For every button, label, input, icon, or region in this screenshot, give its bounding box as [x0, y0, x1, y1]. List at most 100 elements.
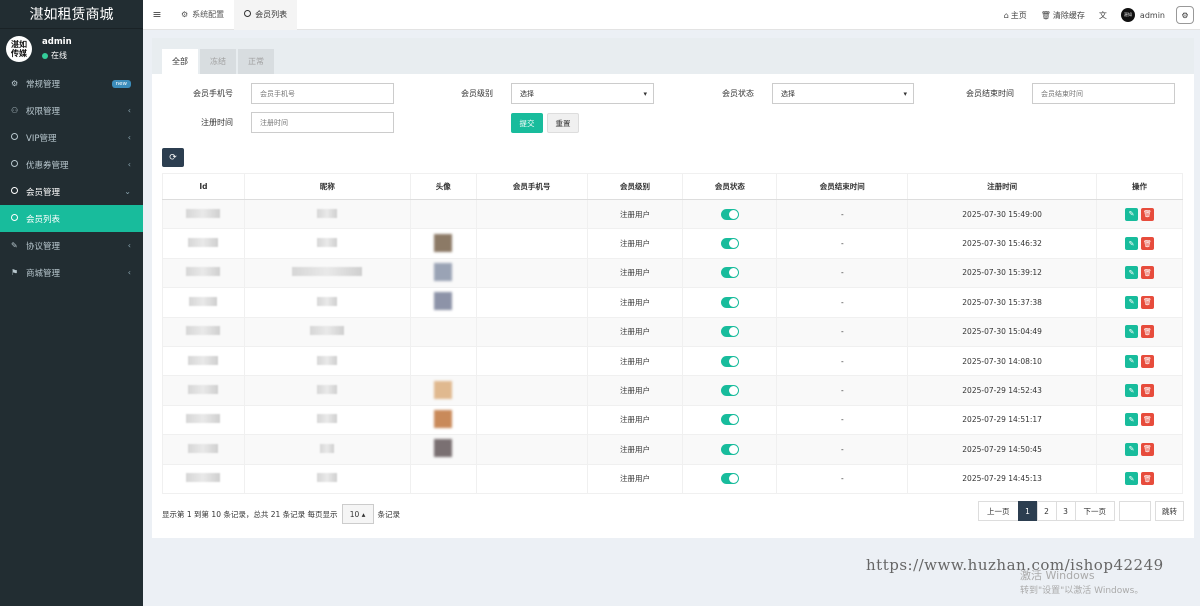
per-page-select[interactable]: 10 ▴	[341, 504, 374, 524]
edit-button[interactable]: ✎	[1125, 207, 1138, 221]
status-toggle[interactable]	[720, 238, 739, 250]
col-nickname[interactable]: 昵称	[243, 173, 411, 200]
level-select[interactable]: 选择 ▾	[511, 83, 654, 104]
edit-button[interactable]: ✎	[1125, 354, 1138, 368]
edit-button[interactable]: ✎	[1125, 472, 1138, 486]
col-end-time[interactable]: 会员结束时间	[776, 173, 909, 200]
edit-button[interactable]: ✎	[1125, 442, 1138, 456]
page-1-button[interactable]: 1	[1017, 501, 1038, 521]
status-toggle[interactable]	[720, 473, 739, 485]
delete-button[interactable]: 🗑	[1141, 237, 1154, 251]
delete-button[interactable]: 🗑	[1141, 442, 1154, 456]
cell-nickname	[243, 404, 411, 436]
col-level[interactable]: 会员级别	[586, 173, 684, 200]
menu-toggle-icon[interactable]: ≡	[143, 8, 171, 21]
end-time-input[interactable]	[1032, 83, 1175, 104]
cell-nickname	[243, 434, 411, 465]
sidebar-item-vip[interactable]: VIP管理 ‹	[0, 124, 143, 151]
table-row[interactable]: 注册用户 -2025-07-30 15:39:12 ✎ 🗑	[162, 257, 1183, 289]
clear-cache-button[interactable]: 🗑 清除缓存	[1034, 10, 1092, 21]
table-row[interactable]: 注册用户 -2025-07-30 15:04:49 ✎ 🗑	[162, 316, 1183, 347]
reset-button[interactable]: 重置	[547, 113, 579, 133]
status-toggle[interactable]	[720, 296, 739, 308]
table-row[interactable]: 注册用户 -2025-07-29 14:52:43 ✎ 🗑	[162, 375, 1183, 406]
sidebar-item-permissions[interactable]: ⚇ 权限管理 ‹	[0, 97, 143, 124]
status-toggle[interactable]	[720, 326, 739, 338]
table-row[interactable]: 注册用户 -2025-07-30 14:08:10 ✎ 🗑	[162, 345, 1183, 377]
page-2-button[interactable]: 2	[1036, 501, 1057, 521]
cell-actions: ✎ 🗑	[1096, 316, 1183, 347]
cell-end-time: -	[776, 345, 909, 377]
jump-page-input[interactable]	[1119, 501, 1151, 521]
edit-button[interactable]: ✎	[1125, 413, 1138, 427]
cell-avatar	[409, 404, 477, 436]
page-3-button[interactable]: 3	[1055, 501, 1076, 521]
status-toggle[interactable]	[720, 267, 739, 279]
jump-button[interactable]: 跳转	[1155, 501, 1184, 521]
admin-menu[interactable]: 湛如 admin	[1114, 8, 1172, 22]
status-toggle[interactable]	[720, 385, 739, 397]
tab-member-list[interactable]: 会员列表	[234, 0, 298, 30]
status-toggle[interactable]	[720, 355, 739, 367]
next-page-button[interactable]: 下一页	[1074, 501, 1115, 521]
brand-title[interactable]: 湛如租赁商城	[0, 0, 143, 29]
tab-all[interactable]: 全部	[162, 49, 198, 74]
table-row[interactable]: 注册用户 -2025-07-29 14:51:17 ✎ 🗑	[162, 404, 1183, 436]
sidebar-item-members[interactable]: 会员管理 ⌄	[0, 178, 143, 205]
sidebar-item-member-list[interactable]: 会员列表	[0, 205, 143, 232]
edit-button[interactable]: ✎	[1125, 384, 1138, 398]
delete-button[interactable]: 🗑	[1141, 384, 1154, 398]
table-row[interactable]: 注册用户 -2025-07-30 15:46:32 ✎ 🗑	[162, 228, 1183, 259]
sidebar-item-agreements[interactable]: ✎ 协议管理 ‹	[0, 232, 143, 259]
refresh-icon: ⟳	[169, 152, 177, 163]
language-icon[interactable]: 文	[1092, 10, 1114, 21]
edit-button[interactable]: ✎	[1125, 295, 1138, 309]
col-status[interactable]: 会员状态	[682, 173, 778, 200]
status-toggle[interactable]	[720, 208, 739, 220]
delete-button[interactable]: 🗑	[1141, 354, 1154, 368]
tab-normal[interactable]: 正常	[238, 49, 274, 74]
sidebar-item-coupons[interactable]: 优惠券管理 ‹	[0, 151, 143, 178]
edit-button[interactable]: ✎	[1125, 237, 1138, 251]
submit-button[interactable]: 提交	[511, 113, 543, 133]
online-dot-icon	[42, 52, 48, 59]
col-reg-time[interactable]: 注册时间	[907, 173, 1098, 200]
delete-button[interactable]: 🗑	[1141, 472, 1154, 486]
table-row[interactable]: 注册用户 -2025-07-30 15:49:00 ✎ 🗑	[162, 198, 1183, 230]
col-phone[interactable]: 会员手机号	[475, 173, 588, 200]
delete-button[interactable]: 🗑	[1141, 325, 1154, 339]
reg-time-input[interactable]	[251, 112, 394, 133]
edit-button[interactable]: ✎	[1125, 325, 1138, 339]
status-label: 会员状态	[722, 89, 754, 98]
edit-button[interactable]: ✎	[1125, 266, 1138, 280]
status-toggle[interactable]	[720, 443, 739, 455]
table-row[interactable]: 注册用户 -2025-07-30 15:37:38 ✎ 🗑	[162, 287, 1183, 318]
tab-system-config[interactable]: ⚙ 系统配置	[171, 0, 234, 30]
sidebar-menu: ⚙ 常规管理 new ⚇ 权限管理 ‹ VIP管理 ‹ 优惠券管理 ‹ 会员管理…	[0, 70, 143, 286]
cell-nickname	[243, 257, 411, 289]
col-id[interactable]: Id	[162, 173, 245, 200]
col-avatar[interactable]: 头像	[409, 173, 477, 200]
delete-button[interactable]: 🗑	[1141, 266, 1154, 280]
status-select[interactable]: 选择 ▾	[772, 83, 914, 104]
delete-button[interactable]: 🗑	[1141, 413, 1154, 427]
refresh-button[interactable]: ⟳	[162, 148, 184, 167]
sidebar-item-mall[interactable]: ⚑ 商城管理 ‹	[0, 259, 143, 286]
delete-button[interactable]: 🗑	[1141, 295, 1154, 309]
phone-input[interactable]	[251, 83, 394, 104]
sidebar-item-general[interactable]: ⚙ 常规管理 new	[0, 70, 143, 97]
cell-avatar	[409, 198, 477, 230]
status-toggle[interactable]	[720, 414, 739, 426]
cell-id	[162, 228, 245, 259]
prev-page-button[interactable]: 上一页	[978, 501, 1019, 521]
delete-button[interactable]: 🗑	[1141, 207, 1154, 221]
users-icon: ⚇	[11, 106, 19, 115]
cell-level: 注册用户	[586, 463, 684, 494]
tab-frozen[interactable]: 冻结	[200, 49, 236, 74]
settings-icon[interactable]: ⚙	[1176, 6, 1194, 24]
table-row[interactable]: 注册用户 -2025-07-29 14:50:45 ✎ 🗑	[162, 434, 1183, 465]
cell-reg-time: 2025-07-30 15:39:12	[907, 257, 1098, 289]
table-row[interactable]: 注册用户 -2025-07-29 14:45:13 ✎ 🗑	[162, 463, 1183, 494]
home-link[interactable]: ⌂ 主页	[997, 10, 1034, 21]
cell-status	[682, 257, 778, 289]
